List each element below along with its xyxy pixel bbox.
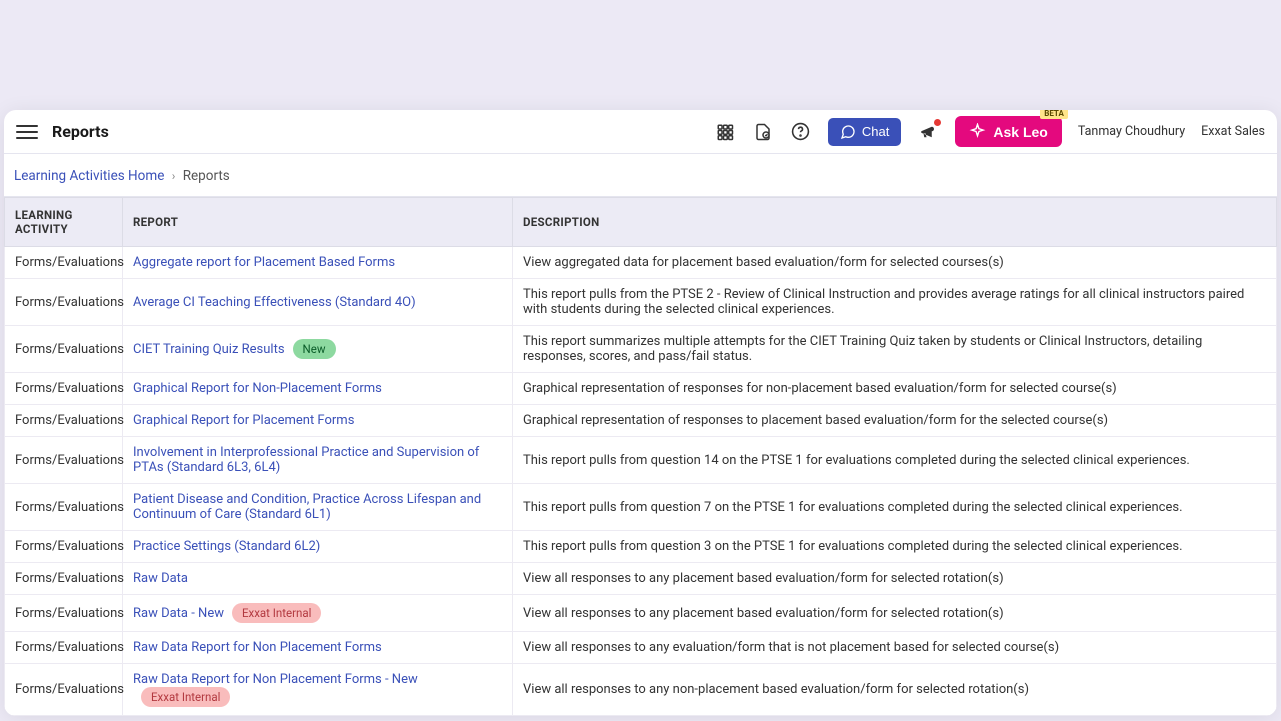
sparkle-icon [969, 123, 986, 140]
cell-activity: Forms/Evaluations [5, 595, 123, 632]
col-header-report: REPORT [123, 198, 513, 247]
menu-icon[interactable] [16, 121, 38, 143]
badge-internal: Exxat Internal [232, 603, 321, 623]
reports-table-area: LEARNING ACTIVITY REPORT DESCRIPTION For… [4, 196, 1277, 716]
report-link[interactable]: Raw Data [133, 571, 188, 586]
cell-report: Practice Settings (Standard 6L2) [123, 531, 513, 563]
cell-description: View all responses to any placement base… [513, 595, 1277, 632]
reports-table: LEARNING ACTIVITY REPORT DESCRIPTION For… [4, 197, 1277, 716]
report-link[interactable]: Raw Data Report for Non Placement Forms … [133, 672, 418, 687]
announcements-icon[interactable] [917, 121, 939, 143]
cell-activity: Forms/Evaluations [5, 632, 123, 664]
breadcrumb: Learning Activities Home › Reports [4, 154, 1277, 196]
page-title: Reports [52, 122, 109, 141]
badge-internal: Exxat Internal [141, 687, 230, 707]
header-right: Chat Ask Leo BETA Tanmay Choudhury Exxat… [714, 116, 1265, 147]
badge-new: New [293, 339, 336, 359]
chevron-right-icon: › [172, 169, 176, 183]
ask-leo-button[interactable]: Ask Leo [955, 116, 1061, 147]
table-row: Forms/Evaluations Raw Data - New Exxat Int… [5, 595, 1277, 632]
cell-description: This report pulls from question 3 on the… [513, 531, 1277, 563]
notification-dot [934, 119, 941, 126]
table-row: Forms/Evaluations Practice Settings (Stan… [5, 531, 1277, 563]
table-row: Forms/EvaluationsCIET Training Quiz Resu… [5, 326, 1277, 373]
cell-description: This report pulls from the PTSE 2 - Revi… [513, 279, 1277, 326]
report-link[interactable]: Graphical Report for Placement Forms [133, 413, 354, 428]
cell-report: Aggregate report for Placement Based For… [123, 247, 513, 279]
document-icon[interactable] [752, 121, 774, 143]
table-row: Forms/Evaluations Patient Disease and Con… [5, 484, 1277, 531]
cell-activity: Forms/Evaluations [5, 373, 123, 405]
cell-activity: Forms/Evaluations [5, 484, 123, 531]
report-link[interactable]: CIET Training Quiz Results [133, 342, 285, 357]
table-row: Forms/Evaluations Graphical Report for Pl… [5, 405, 1277, 437]
breadcrumb-home-link[interactable]: Learning Activities Home [14, 168, 164, 184]
cell-description: View all responses to any evaluation/for… [513, 632, 1277, 664]
cell-report: Raw Data [123, 563, 513, 595]
cell-activity: Forms/Evaluations [5, 531, 123, 563]
cell-report: Raw Data - New Exxat Internal [123, 595, 513, 632]
help-icon[interactable] [790, 121, 812, 143]
cell-description: Graphical representation of responses fo… [513, 373, 1277, 405]
app-window: Reports [4, 110, 1277, 716]
cell-report: Raw Data Report for Non Placement Forms [123, 632, 513, 664]
cell-activity: Forms/Evaluations [5, 326, 123, 373]
report-link[interactable]: Raw Data - New [133, 606, 224, 621]
report-link[interactable]: Aggregate report for Placement Based For… [133, 255, 395, 270]
table-row: Forms/Evaluations Graphical Report for No… [5, 373, 1277, 405]
cell-activity: Forms/Evaluations [5, 563, 123, 595]
col-header-description: DESCRIPTION [513, 198, 1277, 247]
cell-description: Graphical representation of responses to… [513, 405, 1277, 437]
table-row: Forms/Evaluations Average CI Teaching Eff… [5, 279, 1277, 326]
ask-leo-wrap: Ask Leo BETA [955, 116, 1061, 147]
report-link[interactable]: Involvement in Interprofessional Practic… [133, 445, 479, 475]
chat-label: Chat [862, 124, 889, 139]
chat-button[interactable]: Chat [828, 118, 901, 146]
cell-report: Graphical Report for Non-Placement Forms [123, 373, 513, 405]
cell-report: Graphical Report for Placement Forms [123, 405, 513, 437]
breadcrumb-current: Reports [183, 168, 230, 184]
ask-leo-label: Ask Leo [993, 124, 1047, 140]
table-row: Forms/Evaluations Raw Data Report for Non… [5, 664, 1277, 716]
report-link[interactable]: Patient Disease and Condition, Practice … [133, 492, 481, 522]
report-link[interactable]: Raw Data Report for Non Placement Forms [133, 640, 382, 655]
cell-description: View aggregated data for placement based… [513, 247, 1277, 279]
apps-grid-icon[interactable] [714, 121, 736, 143]
org-name[interactable]: Exxat Sales [1201, 124, 1265, 139]
cell-report: Average CI Teaching Effectiveness (Stand… [123, 279, 513, 326]
cell-activity: Forms/Evaluations [5, 405, 123, 437]
cell-report: Patient Disease and Condition, Practice … [123, 484, 513, 531]
cell-activity: Forms/Evaluations [5, 279, 123, 326]
report-link[interactable]: Graphical Report for Non-Placement Forms [133, 381, 382, 396]
chat-icon [840, 124, 856, 140]
cell-activity: Forms/Evaluations [5, 664, 123, 716]
cell-description: View all responses to any placement base… [513, 563, 1277, 595]
cell-report: Involvement in Interprofessional Practic… [123, 437, 513, 484]
col-header-activity: LEARNING ACTIVITY [5, 198, 123, 247]
cell-activity: Forms/Evaluations [5, 247, 123, 279]
table-row: Forms/Evaluations Raw Data View all respon… [5, 563, 1277, 595]
cell-description: This report summarizes multiple attempts… [513, 326, 1277, 373]
header-bar: Reports [4, 110, 1277, 154]
cell-report: CIET Training Quiz Results New [123, 326, 513, 373]
user-name[interactable]: Tanmay Choudhury [1078, 124, 1185, 139]
table-row: Forms/Evaluations Raw Data Report for Non… [5, 632, 1277, 664]
table-row: Forms/Evaluations Involvement in Interpro… [5, 437, 1277, 484]
cell-description: View all responses to any non-placement … [513, 664, 1277, 716]
cell-activity: Forms/Evaluations [5, 437, 123, 484]
report-link[interactable]: Average CI Teaching Effectiveness (Stand… [133, 295, 416, 310]
report-link[interactable]: Practice Settings (Standard 6L2) [133, 539, 320, 554]
cell-description: This report pulls from question 14 on th… [513, 437, 1277, 484]
beta-tag: BETA [1040, 110, 1068, 119]
cell-description: This report pulls from question 7 on the… [513, 484, 1277, 531]
cell-report: Raw Data Report for Non Placement Forms … [123, 664, 513, 716]
table-row: Forms/Evaluations Aggregate report for Pl… [5, 247, 1277, 279]
